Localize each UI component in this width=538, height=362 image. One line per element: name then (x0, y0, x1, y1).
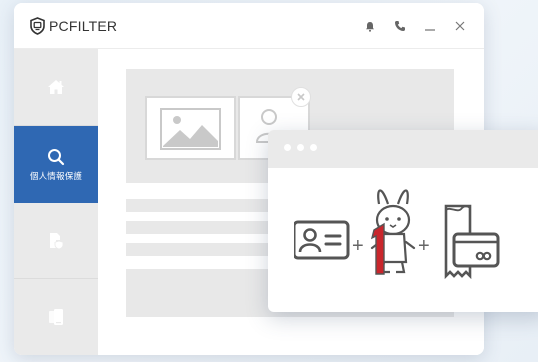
close-icon[interactable] (451, 17, 469, 35)
popup-header (268, 130, 538, 168)
my-number-rabbit-icon (370, 189, 416, 275)
file-shield-icon (50, 232, 64, 249)
shield-logo-icon (30, 17, 45, 35)
mobile-icon (49, 309, 63, 325)
search-icon (48, 148, 65, 165)
plus-sign: + (418, 235, 430, 257)
image-placeholder (145, 96, 236, 160)
brand-name: PCFILTER (49, 18, 118, 34)
sidebar-item-files[interactable] (14, 203, 98, 279)
sidebar: 個人情報保護 (14, 49, 98, 355)
id-card-icon (294, 220, 350, 260)
home-icon (48, 80, 64, 94)
titlebar: PCFILTER (14, 3, 484, 49)
dismiss-icon[interactable] (291, 87, 311, 107)
dot (284, 144, 291, 151)
sidebar-item-privacy[interactable]: 個人情報保護 (14, 126, 98, 203)
sidebar-item-home[interactable] (14, 49, 98, 126)
personal-info-equation: + + (294, 189, 500, 280)
dot (310, 144, 317, 151)
phone-icon[interactable] (391, 17, 409, 35)
minimize-icon[interactable] (421, 17, 439, 35)
privacy-popup: + + (268, 130, 538, 312)
plus-sign: + (352, 235, 364, 257)
dot (297, 144, 304, 151)
window-dots (284, 144, 323, 151)
image-icon (160, 108, 221, 150)
sidebar-item-label: 個人情報保護 (29, 170, 83, 181)
app-logo: PCFILTER (29, 16, 117, 36)
notification-bell-icon[interactable] (361, 17, 379, 35)
credit-card-receipt-icon (444, 204, 500, 280)
sidebar-item-mobile[interactable] (14, 279, 98, 355)
popup-body: + + (268, 168, 538, 312)
